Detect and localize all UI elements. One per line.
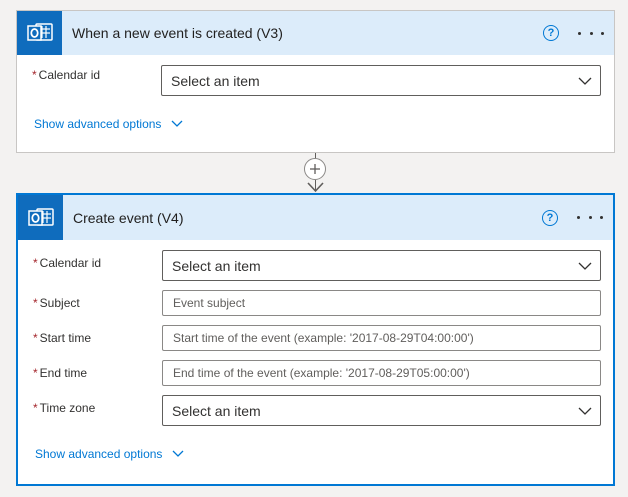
start-time-input[interactable]	[162, 325, 601, 351]
end-time-field[interactable]	[163, 361, 600, 385]
time-zone-dropdown[interactable]: Select an item	[162, 395, 601, 426]
time-zone-label: * Time zone	[33, 401, 96, 415]
subject-input[interactable]	[162, 290, 601, 316]
calendar-id-label: * Calendar id	[32, 68, 101, 82]
time-zone-value: Select an item	[172, 402, 261, 419]
end-time-label: * End time	[33, 366, 88, 380]
calendar-id-dropdown[interactable]: Select an item	[162, 250, 601, 281]
show-advanced-options-link[interactable]: Show advanced options	[35, 447, 184, 461]
chevron-down-icon	[171, 120, 183, 127]
action-title: Create event (V4)	[73, 209, 184, 226]
calendar-id-dropdown[interactable]: Select an item	[161, 65, 601, 96]
chevron-down-icon	[578, 407, 592, 415]
end-time-input[interactable]	[162, 360, 601, 386]
chevron-down-icon	[578, 262, 592, 270]
insert-step-button[interactable]	[304, 158, 326, 180]
start-time-field[interactable]	[163, 326, 600, 350]
help-icon[interactable]: ?	[543, 25, 559, 41]
trigger-card[interactable]: When a new event is created (V3) ? * Cale…	[16, 10, 615, 153]
start-time-label: * Start time	[33, 331, 92, 345]
subject-label: * Subject	[33, 296, 80, 310]
trigger-title: When a new event is created (V3)	[72, 25, 283, 41]
subject-field[interactable]	[163, 291, 600, 315]
chevron-down-icon	[172, 450, 184, 457]
more-options-icon[interactable]	[577, 208, 603, 228]
chevron-down-icon	[578, 77, 592, 85]
calendar-id-value: Select an item	[172, 257, 261, 274]
outlook-icon	[18, 195, 63, 240]
trigger-card-header[interactable]: When a new event is created (V3) ?	[17, 11, 614, 55]
arrow-down-icon	[307, 182, 324, 193]
plus-icon	[310, 164, 320, 174]
show-advanced-options-link[interactable]: Show advanced options	[34, 117, 183, 131]
action-card[interactable]: Create event (V4) ? * Calendar id Select …	[16, 193, 615, 486]
calendar-id-label: * Calendar id	[33, 256, 102, 270]
help-icon[interactable]: ?	[542, 209, 558, 226]
outlook-icon	[17, 11, 62, 55]
action-card-header[interactable]: Create event (V4) ?	[18, 195, 613, 240]
calendar-id-value: Select an item	[171, 72, 260, 89]
more-options-icon[interactable]	[578, 23, 604, 43]
